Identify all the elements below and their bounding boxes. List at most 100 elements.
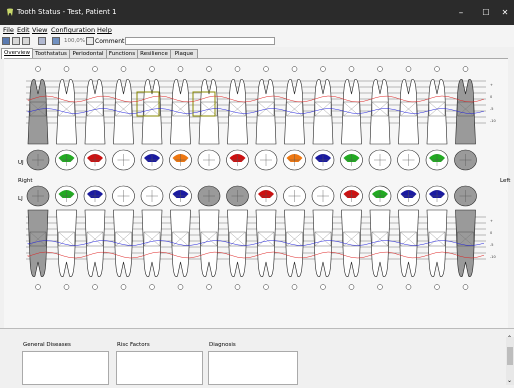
diagnosis-field[interactable] xyxy=(208,351,298,385)
upper-tooth-marker xyxy=(348,66,355,72)
general-diseases-field[interactable] xyxy=(22,351,109,385)
upper-tooth-marker xyxy=(120,66,127,72)
upper-tooth-13 xyxy=(369,79,391,145)
comment-input[interactable] xyxy=(125,37,275,45)
tab-toothstatus[interactable]: Toothstatus xyxy=(32,49,70,58)
upper-tooth-6 xyxy=(170,79,191,145)
upper-tooth-2 xyxy=(56,79,77,145)
upper-tooth-14 xyxy=(398,79,419,145)
lower-depth-label-right: 0 xyxy=(490,231,492,235)
menu-configuration[interactable]: Configuration xyxy=(51,26,95,34)
upper-tooth-marker xyxy=(206,66,212,72)
upper-tooth-marker xyxy=(92,66,98,72)
lower-tooth-marker xyxy=(462,284,469,290)
lower-tooth-7 xyxy=(198,209,220,277)
tab-plaque[interactable]: Plaque xyxy=(170,49,198,58)
tab-resilience[interactable]: Resilience xyxy=(137,49,171,58)
comment-label: Comment: xyxy=(95,38,127,45)
upper-tooth-marker xyxy=(177,66,184,72)
lower-tooth-4 xyxy=(113,209,134,277)
vertical-scrollbar[interactable]: ⌃ ⌄ xyxy=(506,335,514,385)
tab-bar: Overview Toothstatus Periodontal Functio… xyxy=(0,48,514,59)
general-diseases-label: General Diseases xyxy=(23,342,71,348)
close-button[interactable]: ✕ xyxy=(493,6,514,20)
save-icon[interactable] xyxy=(2,37,10,45)
dental-chart: UJ LJ Right Left ++00-5-5-10-10++00-5-5-… xyxy=(4,58,510,329)
lower-depth-label-right: -5 xyxy=(490,243,494,247)
menu-view[interactable]: View xyxy=(32,26,47,34)
undo-icon[interactable] xyxy=(38,37,46,45)
upper-depth-label-right: -10 xyxy=(490,119,496,123)
tooth-chart-svg[interactable]: ++00-5-5-10-10++00-5-5-10-10 xyxy=(4,59,508,329)
upper-tooth-1 xyxy=(27,79,49,145)
scroll-down-icon[interactable]: ⌄ xyxy=(507,377,512,384)
menu-help[interactable]: Help xyxy=(97,26,112,34)
tooth-app-icon xyxy=(7,8,13,16)
lower-tooth-13 xyxy=(369,209,391,277)
upper-tooth-marker xyxy=(434,66,440,72)
upper-tooth-marker xyxy=(291,66,298,72)
lower-tooth-15 xyxy=(426,209,448,277)
upper-depth-label-right: -5 xyxy=(490,107,494,111)
tab-functions[interactable]: Functions xyxy=(106,49,138,58)
lower-tooth-marker xyxy=(434,284,440,290)
lower-tooth-marker xyxy=(206,284,212,290)
upper-tooth-7 xyxy=(198,79,220,145)
upper-tooth-marker xyxy=(320,66,326,72)
menu-edit[interactable]: Edit xyxy=(17,26,30,34)
lower-tooth-9 xyxy=(255,209,277,277)
risk-factors-label: Risc Factors xyxy=(117,342,150,348)
lower-tooth-marker xyxy=(177,284,184,290)
upper-depth-label-right: + xyxy=(490,83,493,87)
lower-tooth-marker xyxy=(120,284,127,290)
scroll-thumb[interactable] xyxy=(507,347,513,365)
upper-tooth-marker xyxy=(149,66,155,72)
title-bar: Tooth Status - Test, Patient 1 – ☐ ✕ xyxy=(0,0,514,25)
lower-tooth-2 xyxy=(56,209,77,277)
risk-factors-field[interactable] xyxy=(116,351,203,385)
comment-icon[interactable] xyxy=(86,37,94,45)
upper-tooth-marker xyxy=(263,66,269,72)
upper-tooth-marker xyxy=(405,66,412,72)
upper-tooth-11 xyxy=(312,79,334,145)
print-icon[interactable] xyxy=(22,37,30,45)
lower-depth-label-right: + xyxy=(490,219,493,223)
lower-tooth-marker xyxy=(348,284,355,290)
lower-tooth-marker xyxy=(263,284,269,290)
lower-tooth-marker xyxy=(35,284,41,290)
lower-tooth-marker xyxy=(405,284,412,290)
lower-tooth-marker xyxy=(92,284,98,290)
menu-file[interactable]: File xyxy=(3,26,14,34)
menu-bar: File Edit View Configuration Help xyxy=(0,25,514,36)
upper-tooth-marker xyxy=(35,66,41,72)
print-preview-icon[interactable] xyxy=(12,37,20,45)
lower-tooth-marker xyxy=(149,284,155,290)
lower-tooth-11 xyxy=(312,209,334,277)
upper-depth-label-right: 0 xyxy=(490,95,492,99)
upper-tooth-8 xyxy=(227,79,248,145)
lower-tooth-marker xyxy=(377,284,383,290)
lower-tooth-marker xyxy=(234,284,241,290)
tab-periodontal[interactable]: Periodontal xyxy=(69,49,107,58)
upper-tooth-marker xyxy=(234,66,241,72)
upper-tooth-9 xyxy=(255,79,277,145)
upper-tooth-10 xyxy=(284,79,305,145)
scroll-up-icon[interactable]: ⌃ xyxy=(507,335,512,342)
zoom-level: 100,0% xyxy=(64,38,85,44)
window-title: Tooth Status - Test, Patient 1 xyxy=(17,8,117,16)
upper-tooth-marker xyxy=(462,66,469,72)
upper-tooth-4 xyxy=(113,79,134,145)
upper-tooth-marker xyxy=(377,66,383,72)
zoom-icon[interactable] xyxy=(52,37,60,45)
diagnosis-label: Diagnosis xyxy=(209,342,236,348)
toolbar: 100,0% Comment: xyxy=(0,36,514,47)
minimize-button[interactable]: – xyxy=(449,6,473,20)
lower-depth-label-right: -10 xyxy=(490,255,496,259)
upper-tooth-12 xyxy=(341,79,362,145)
lower-tooth-6 xyxy=(170,209,191,277)
lower-tooth-marker xyxy=(63,284,70,290)
lower-tooth-marker xyxy=(320,284,326,290)
bottom-panel: General Diseases Risc Factors Diagnosis … xyxy=(0,328,514,388)
upper-tooth-15 xyxy=(426,79,448,145)
upper-tooth-3 xyxy=(84,79,106,145)
